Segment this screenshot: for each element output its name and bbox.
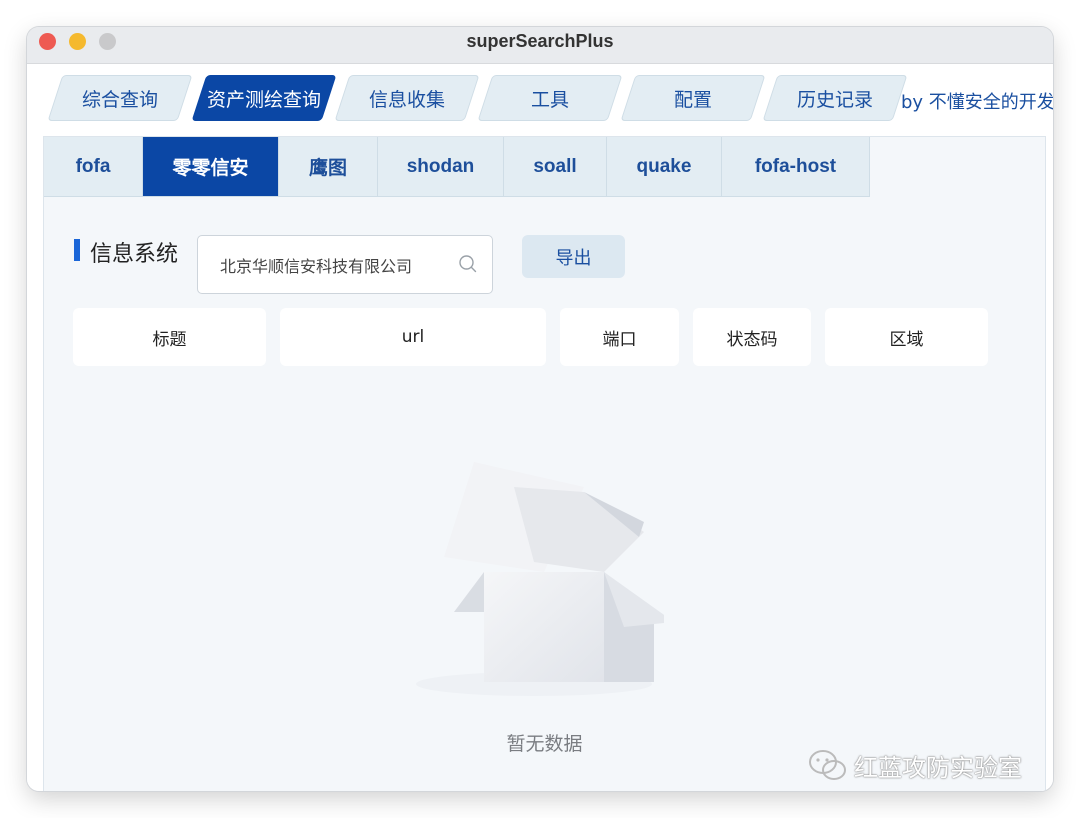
column-header-port[interactable]: 端口 <box>560 308 679 366</box>
engine-tabs: fofa 零零信安 鹰图 shodan soall quake fofa-hos… <box>44 137 870 197</box>
empty-box-icon <box>416 462 664 696</box>
export-button[interactable]: 导出 <box>522 235 625 278</box>
window-title: superSearchPlus <box>466 31 614 51</box>
column-header-url[interactable]: url <box>280 308 546 366</box>
search-input[interactable] <box>218 250 442 280</box>
tab-tools[interactable]: 工具 <box>477 75 623 121</box>
subtab-quake[interactable]: quake <box>607 137 722 197</box>
section-title: 信息系统 <box>90 242 179 267</box>
tab-label: 历史记录 <box>796 88 873 111</box>
tab-asset-mapping-query[interactable]: 资产测绘查询 <box>191 75 337 121</box>
subtab-hunter[interactable]: 鹰图 <box>279 137 378 197</box>
tab-info-collection[interactable]: 信息收集 <box>334 75 480 121</box>
wechat-icon <box>809 749 846 780</box>
watermark: 红蓝攻防实验室 <box>808 748 1022 783</box>
tab-label: 综合查询 <box>81 88 158 111</box>
column-header-title[interactable]: 标题 <box>73 308 266 366</box>
title-bar: superSearchPlus <box>27 27 1053 64</box>
query-panel: fofa 零零信安 鹰图 shodan soall quake fofa-hos… <box>43 136 1046 791</box>
tab-comprehensive-query[interactable]: 综合查询 <box>47 75 193 121</box>
subtab-shodan[interactable]: shodan <box>378 137 504 197</box>
main-content: 综合查询 资产测绘查询 信息收集 工具 配置 历史记录 by 不懂安全的开发 f… <box>27 64 1053 791</box>
subtab-zerozone[interactable]: 零零信安 <box>143 137 279 197</box>
section-marker <box>74 239 80 261</box>
search-icon[interactable] <box>458 254 478 274</box>
subtab-fofa-host[interactable]: fofa-host <box>722 137 870 197</box>
tab-label: 信息收集 <box>368 88 445 111</box>
search-box <box>197 235 493 294</box>
app-window: superSearchPlus 综合查询 资产测绘查询 信息收集 工具 配置 历… <box>27 27 1053 791</box>
tab-label: 资产测绘查询 <box>206 88 321 111</box>
subtab-soall[interactable]: soall <box>504 137 607 197</box>
column-header-status-code[interactable]: 状态码 <box>693 308 811 366</box>
author-byline: by 不懂安全的开发 <box>901 92 1053 113</box>
tab-history[interactable]: 历史记录 <box>762 75 908 121</box>
tab-config[interactable]: 配置 <box>620 75 766 121</box>
column-header-region[interactable]: 区域 <box>825 308 988 366</box>
watermark-text: 红蓝攻防实验室 <box>854 754 1022 782</box>
subtab-fofa[interactable]: fofa <box>44 137 143 197</box>
tab-label: 配置 <box>673 88 712 111</box>
tab-label: 工具 <box>530 88 569 111</box>
